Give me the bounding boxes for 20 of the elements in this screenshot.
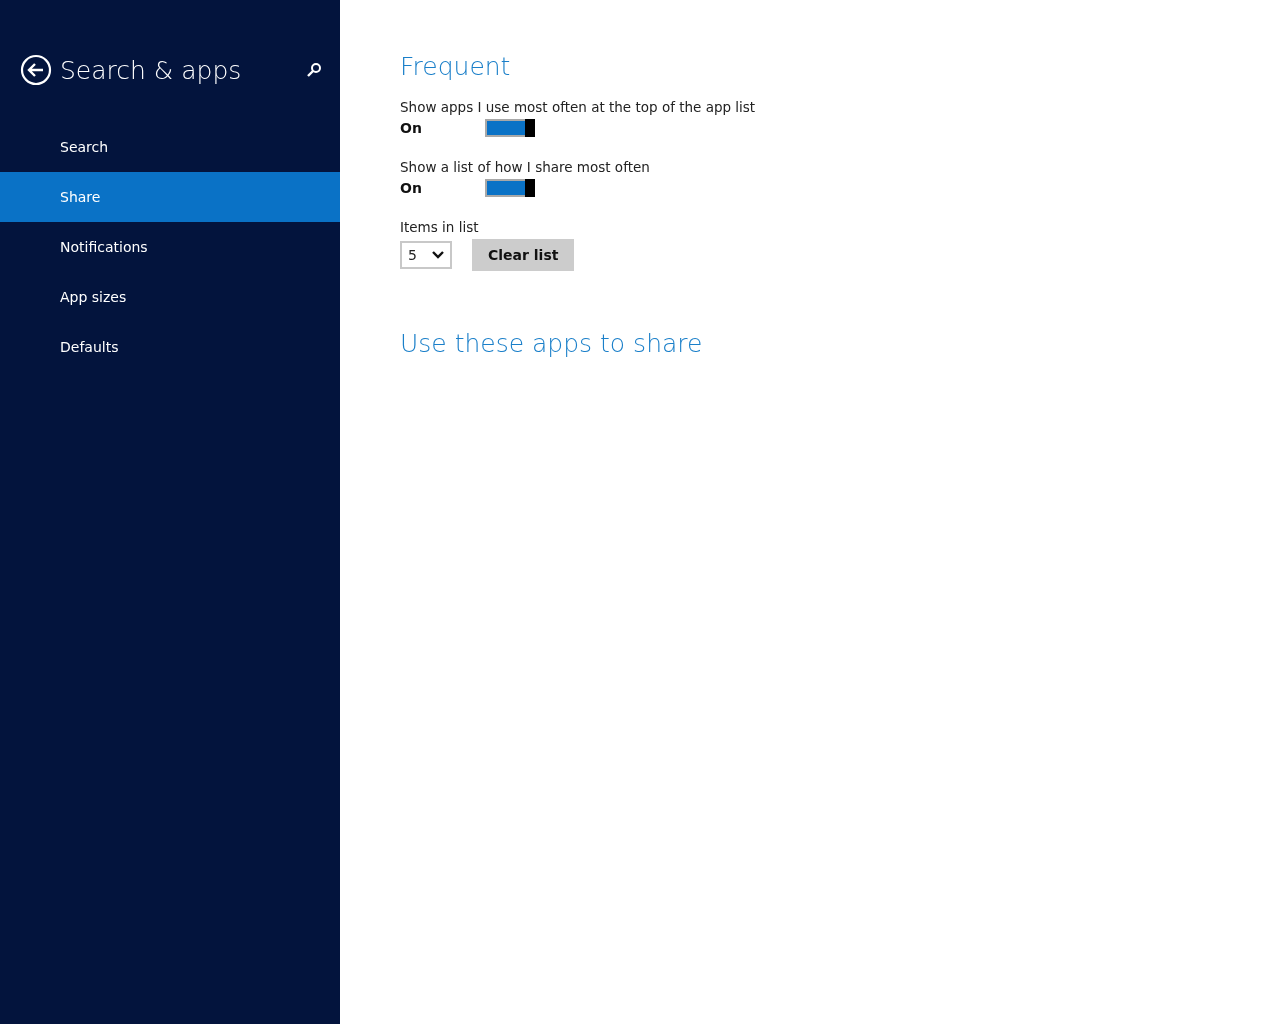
clear-list-button[interactable]: Clear list: [472, 239, 575, 271]
back-icon[interactable]: [20, 54, 52, 86]
sidebar-item[interactable]: Defaults: [0, 322, 340, 372]
sidebar-item[interactable]: App sizes: [0, 272, 340, 322]
sidebar-item[interactable]: Search: [0, 122, 340, 172]
setting-label: Show a list of how I share most often: [400, 159, 651, 175]
toggle-state: On: [400, 120, 423, 136]
chevron-icon: [432, 251, 444, 259]
sidebar-item[interactable]: Share: [0, 172, 340, 222]
sidebar-item[interactable]: Notifications: [0, 222, 340, 272]
page-title: Search & apps: [60, 55, 243, 85]
items-dropdown[interactable]: 5: [400, 241, 452, 269]
toggle-switch[interactable]: [485, 179, 535, 197]
section-heading: Frequent: [400, 52, 512, 81]
toggle-state: On: [400, 180, 423, 196]
setting-label: Items in list: [400, 219, 480, 235]
section-heading: Use these apps to share: [400, 329, 704, 358]
search-icon[interactable]: [306, 62, 322, 78]
toggle-switch[interactable]: [485, 119, 535, 137]
setting-label: Show apps I use most often at the top of the app list: [400, 99, 757, 115]
